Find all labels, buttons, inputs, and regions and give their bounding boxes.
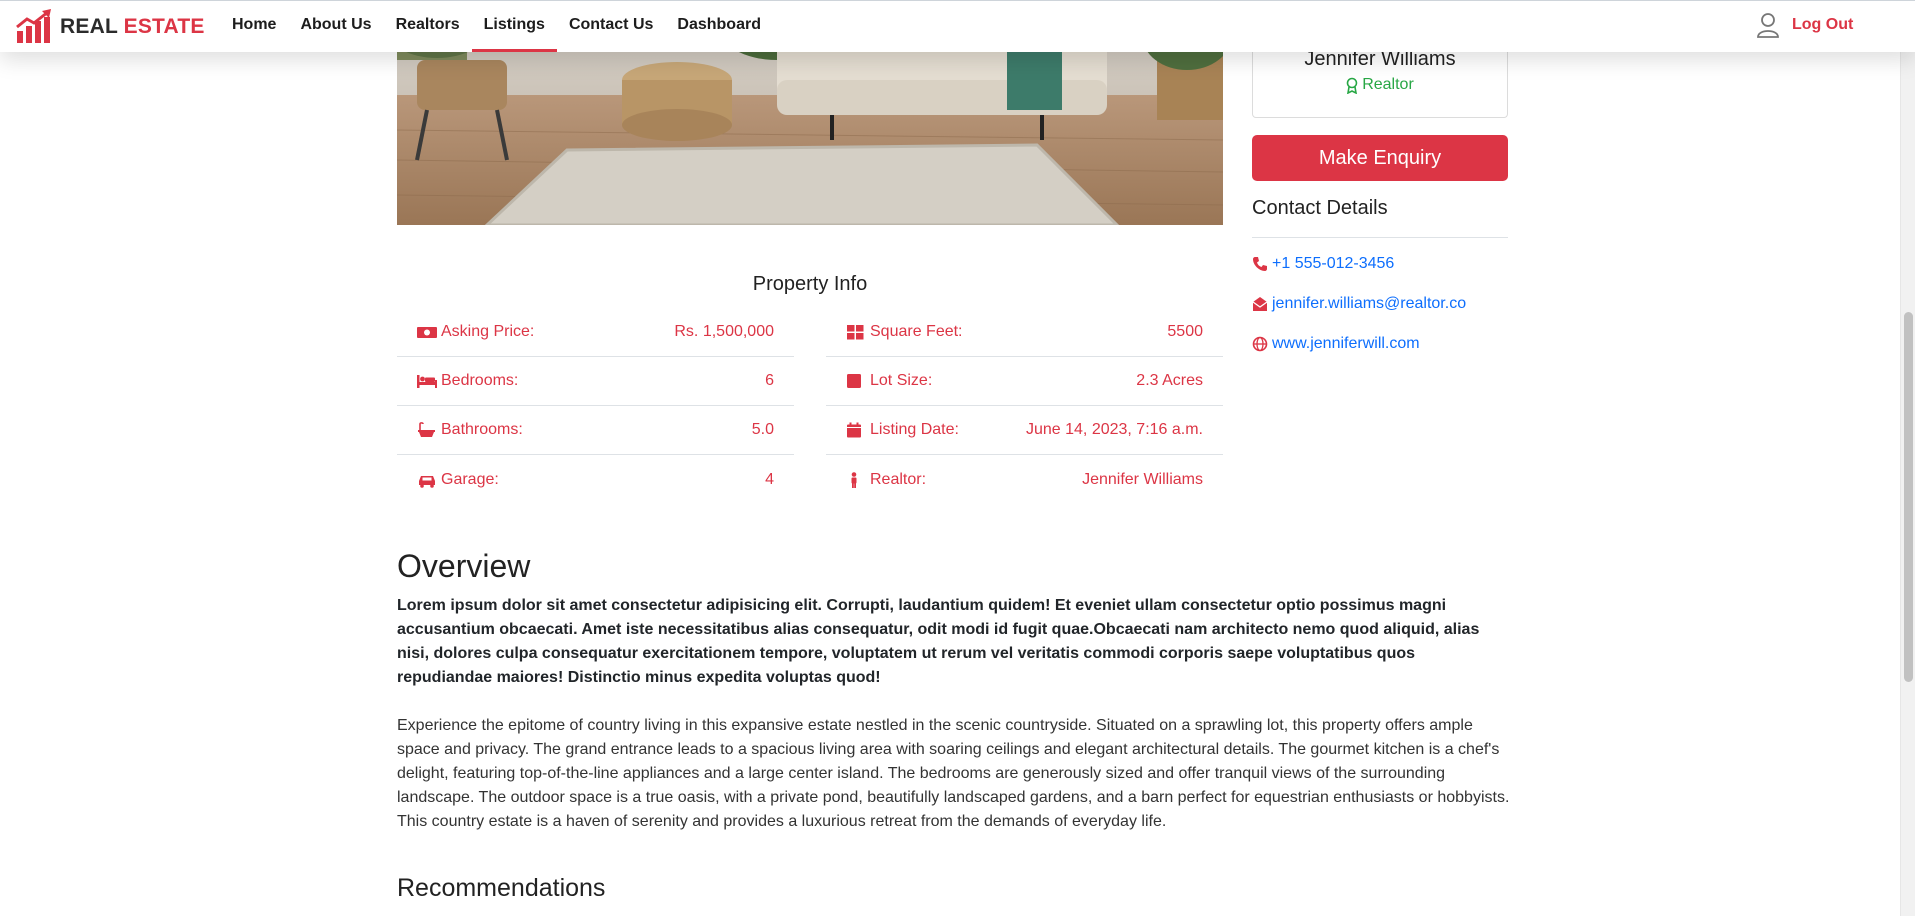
- make-enquiry-button[interactable]: Make Enquiry: [1252, 135, 1508, 181]
- nav-dashboard[interactable]: Dashboard: [665, 1, 773, 52]
- overview-title: Overview: [397, 548, 531, 584]
- award-icon: [1346, 77, 1358, 94]
- info-garage: Garage: 4: [397, 455, 794, 504]
- info-value: 5.0: [751, 421, 774, 438]
- bed-icon: [417, 375, 437, 388]
- info-value: 6: [765, 372, 774, 389]
- info-bedrooms: Bedrooms: 6: [397, 357, 794, 406]
- bath-icon: [418, 422, 435, 437]
- globe-icon: [1252, 336, 1268, 352]
- overview-lead: Lorem ipsum dolor sit amet consectetur a…: [397, 597, 1480, 686]
- contact-email[interactable]: jennifer.williams@realtor.co: [1252, 295, 1466, 313]
- info-bathrooms: Bathrooms: 5.0: [397, 406, 794, 455]
- scrollbar-thumb[interactable]: [1904, 312, 1913, 682]
- info-listing-date: Listing Date: June 14, 2023, 7:16 a.m.: [826, 406, 1223, 455]
- brand-name-part1: REAL: [60, 15, 118, 38]
- info-label: Lot Size:: [870, 372, 933, 389]
- square-icon: [847, 374, 861, 388]
- property-info-title: Property Info: [752, 273, 868, 295]
- info-square-feet: Square Feet: 5500: [826, 308, 1223, 357]
- page-scrollbar[interactable]: [1900, 0, 1915, 916]
- info-label: Square Feet:: [870, 323, 963, 340]
- user-icon[interactable]: [1756, 12, 1780, 38]
- nav-contact-us[interactable]: Contact Us: [557, 1, 665, 52]
- nav-about-us[interactable]: About Us: [288, 1, 383, 52]
- overview-description: Experience the epitome of country living…: [397, 717, 1510, 830]
- top-navbar: REAL ESTATE Home About Us Realtors Listi…: [0, 0, 1915, 52]
- info-label: Realtor:: [870, 470, 927, 488]
- brand-logo[interactable]: REAL ESTATE: [15, 9, 205, 45]
- info-value: June 14, 2023, 7:16 a.m.: [1025, 421, 1203, 438]
- phone-icon: [1253, 257, 1267, 271]
- email-link[interactable]: jennifer.williams@realtor.co: [1272, 295, 1466, 313]
- info-value: Rs. 1,500,000: [674, 323, 774, 340]
- contact-details-title: Contact Details: [1252, 197, 1388, 219]
- info-label: Bathrooms:: [441, 421, 523, 438]
- nav-listings[interactable]: Listings: [471, 1, 557, 52]
- info-value: 5500: [1167, 323, 1203, 340]
- car-icon: [419, 475, 435, 488]
- info-label: Bedrooms:: [441, 372, 519, 389]
- recommendations-title: Recommendations: [397, 874, 606, 902]
- property-info-left: Asking Price: Rs. 1,500,000 Bedrooms: 6 …: [397, 308, 794, 504]
- phone-link[interactable]: +1 555-012-3456: [1272, 255, 1394, 273]
- info-label: Garage:: [441, 470, 499, 488]
- info-value: 4: [765, 470, 774, 488]
- info-label: Listing Date:: [870, 421, 959, 438]
- main-nav: Home About Us Realtors Listings Contact …: [220, 1, 773, 52]
- realtor-role: Realtor: [1253, 76, 1507, 94]
- contact-website[interactable]: www.jenniferwill.com: [1252, 335, 1420, 353]
- info-value: 2.3 Acres: [1136, 372, 1203, 389]
- info-label: Asking Price:: [441, 323, 535, 340]
- info-asking-price: Asking Price: Rs. 1,500,000: [397, 308, 794, 357]
- grid-icon: [847, 325, 864, 340]
- brand-name-part2: ESTATE: [123, 15, 205, 38]
- nav-realtors[interactable]: Realtors: [384, 1, 472, 52]
- calendar-icon: [847, 422, 861, 438]
- info-realtor: Realtor: Jennifer Williams: [826, 455, 1223, 504]
- brand-name: REAL ESTATE: [60, 15, 205, 39]
- info-value: Jennifer Williams: [1082, 470, 1203, 488]
- divider: [1252, 237, 1508, 238]
- money-icon: [417, 327, 437, 338]
- info-lot-size: Lot Size: 2.3 Acres: [826, 357, 1223, 406]
- contact-phone[interactable]: +1 555-012-3456: [1252, 255, 1394, 273]
- logout-link[interactable]: Log Out: [1792, 16, 1853, 34]
- realtor-role-label: Realtor: [1362, 76, 1414, 93]
- chart-growth-icon: [16, 9, 51, 43]
- envelope-open-icon: [1252, 297, 1268, 311]
- property-info-right: Square Feet: 5500 Lot Size: 2.3 Acres Li…: [826, 308, 1223, 504]
- user-area: Log Out: [1756, 12, 1853, 38]
- person-icon: [851, 471, 857, 488]
- nav-home[interactable]: Home: [220, 1, 288, 52]
- website-link[interactable]: www.jenniferwill.com: [1272, 335, 1420, 353]
